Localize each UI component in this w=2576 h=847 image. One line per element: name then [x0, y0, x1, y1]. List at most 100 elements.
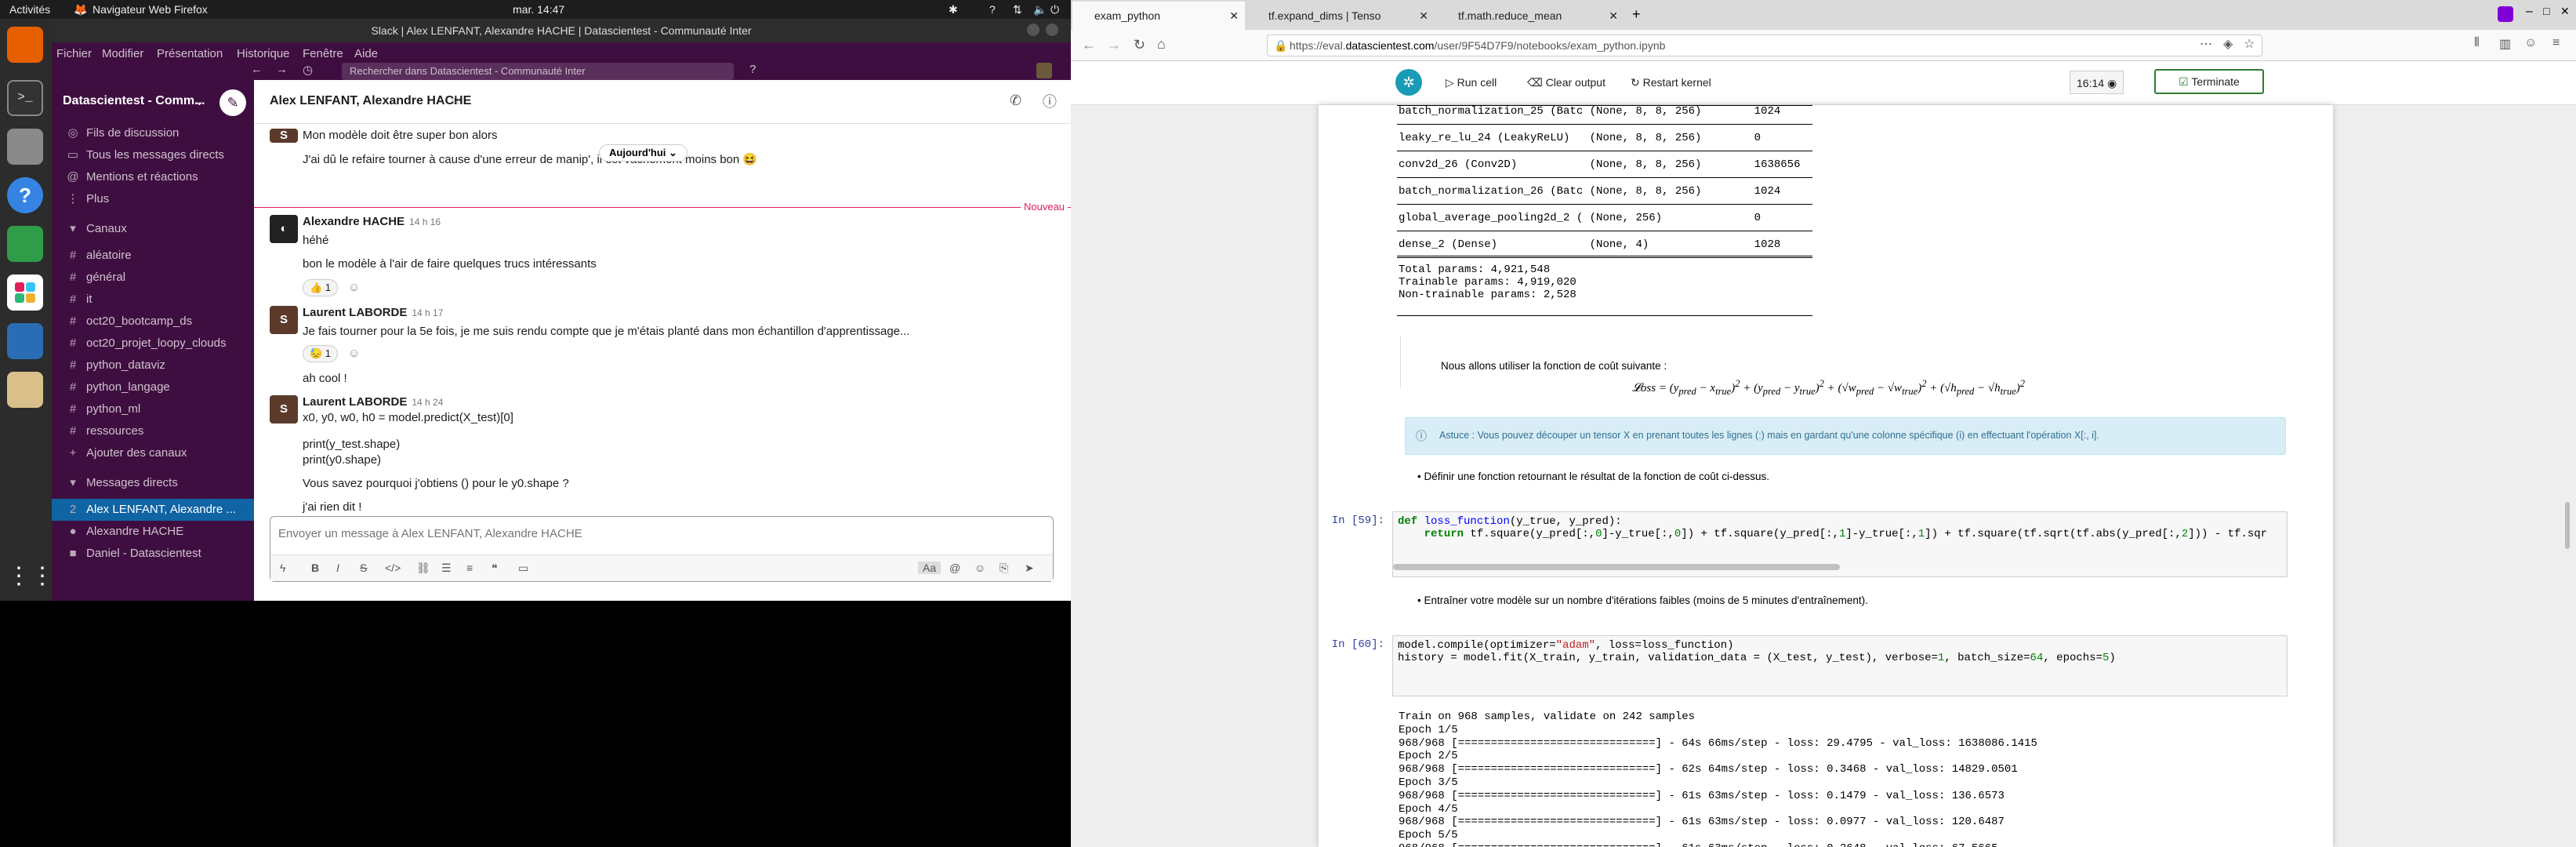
blockquote-icon[interactable]: ❝ — [492, 562, 498, 575]
terminal-icon[interactable]: >_ — [7, 80, 43, 116]
pocket-icon[interactable]: ◈ — [2223, 36, 2233, 52]
strike-icon[interactable]: S — [360, 562, 367, 574]
format-toggle[interactable]: Aa — [918, 562, 942, 574]
menu-icon[interactable]: ≡ — [2552, 36, 2560, 50]
history-icon[interactable]: ◷ — [303, 63, 313, 77]
window-close-icon[interactable]: ✕ — [2560, 5, 2570, 18]
menu-fichier[interactable]: Fichier — [56, 47, 92, 60]
maximize-button[interactable] — [1046, 24, 1058, 36]
code-cell-59[interactable]: def loss_function(y_true, y_pred): retur… — [1392, 511, 2288, 577]
tab-reduce-mean[interactable]: tf.math.reduce_mean ✕ — [1436, 2, 1624, 30]
code-cell-60[interactable]: model.compile(optimizer="adam", loss=los… — [1392, 635, 2288, 696]
files-icon[interactable] — [7, 129, 43, 165]
clock[interactable]: mar. 14:47 — [513, 3, 564, 16]
clear-output-button[interactable]: ⌫ Clear output — [1527, 71, 1605, 94]
reaction-sweat[interactable]: 😓 1 — [303, 345, 339, 362]
info-icon[interactable]: ⓘ — [1043, 91, 1057, 111]
tab-expand-dims[interactable]: tf.expand_dims | Tenso ✕ — [1246, 2, 1435, 30]
sender-name[interactable]: Alexandre HACHE — [303, 215, 405, 228]
window-maximize-icon[interactable]: □ — [2543, 5, 2549, 17]
star-icon[interactable]: ☆ — [450, 93, 461, 108]
lightning-icon[interactable]: ϟ — [280, 562, 285, 574]
sidebar-item-oct20-projet[interactable]: # oct20_projet_loopy_clouds — [52, 333, 254, 354]
sidebar-item-more[interactable]: ⋮ Plus — [52, 188, 254, 210]
sidebar-item-aleatoire[interactable]: # aléatoire — [52, 245, 254, 267]
menu-fenetre[interactable]: Fenêtre — [303, 47, 343, 60]
sidebar-item-threads[interactable]: ◎ Fils de discussion — [52, 122, 254, 144]
reaction-thumbs-up[interactable]: 👍 1 — [303, 279, 339, 296]
attach-icon[interactable]: ⎘ — [1000, 562, 1008, 575]
bookmark-star-icon[interactable]: ☆ — [2244, 36, 2255, 52]
add-channels-button[interactable]: + Ajouter des canaux — [52, 442, 254, 464]
reload-icon[interactable]: ↻ — [1134, 37, 1145, 53]
page-scrollbar[interactable] — [2565, 502, 2570, 549]
sidebar-item-ressources[interactable]: # ressources — [52, 420, 254, 442]
document-icon[interactable] — [7, 323, 43, 359]
chevron-down-icon[interactable]: ⌄ — [194, 94, 205, 108]
sidebar-item-mentions[interactable]: @ Mentions et réactions — [52, 166, 254, 188]
power-icon[interactable]: ⏻ — [1050, 3, 1059, 16]
code-icon[interactable]: </> — [385, 562, 401, 574]
help-circle-icon[interactable]: ? — [749, 63, 756, 76]
spreadsheet-icon[interactable] — [7, 226, 43, 262]
sidebar-item-dm-daniel[interactable]: ■ Daniel - Datascientest — [52, 543, 254, 565]
close-tab-icon[interactable]: ✕ — [1419, 2, 1428, 30]
add-reaction-icon[interactable]: ☺ — [348, 347, 360, 360]
link-icon[interactable]: ⛓ — [416, 562, 430, 575]
sidebar-item-all-dms[interactable]: ▭ Tous les messages directs — [52, 144, 254, 166]
menu-aide[interactable]: Aide — [354, 47, 378, 60]
slack-icon[interactable] — [7, 274, 43, 311]
add-reaction-icon[interactable]: ☺ — [348, 281, 360, 294]
close-tab-icon[interactable]: ✕ — [1609, 2, 1618, 30]
sender-name[interactable]: Laurent LABORDE — [303, 395, 407, 409]
compose-button[interactable]: ✎ — [220, 89, 246, 116]
channels-header[interactable]: ▾ Canaux — [52, 218, 254, 240]
numbered-list-icon[interactable]: ≡ — [466, 562, 473, 574]
viewer-icon[interactable] — [7, 372, 43, 408]
emoji-icon[interactable]: ☺ — [974, 562, 985, 574]
url-bar[interactable]: 🔒 https://eval.datascientest.com/user/9F5… — [1267, 35, 2262, 56]
library-icon[interactable]: ⫴ — [2474, 36, 2480, 50]
menu-modifier[interactable]: Modifier — [102, 47, 143, 60]
menu-historique[interactable]: Historique — [237, 47, 290, 60]
bullet-list-icon[interactable]: ☰ — [441, 562, 452, 575]
sidebar-item-python-langage[interactable]: # python_langage — [52, 376, 254, 398]
app-menu[interactable]: Navigateur Web Firefox — [93, 3, 208, 16]
window-minimize-icon[interactable]: – — [2526, 5, 2533, 19]
back-icon[interactable]: ← — [1082, 37, 1096, 53]
help-icon[interactable]: ? — [7, 177, 43, 213]
sender-name[interactable]: Laurent LABORDE — [303, 306, 407, 319]
forward-arrow-icon[interactable]: → — [276, 63, 288, 76]
activities-button[interactable]: Activités — [9, 3, 50, 16]
dm-header[interactable]: ▾ Messages directs — [52, 472, 254, 494]
volume-icon[interactable]: 🔈 — [1033, 3, 1047, 16]
at-icon[interactable]: @ — [949, 562, 960, 574]
new-tab-icon[interactable]: + — [1632, 6, 1641, 23]
sidebar-item-it[interactable]: # it — [52, 289, 254, 311]
tab-exam-python[interactable]: exam_python ✕ — [1072, 2, 1245, 30]
sidebar-icon[interactable]: ▥ — [2499, 36, 2511, 52]
workspace-name[interactable]: Datascientest - Comm... — [63, 94, 205, 108]
firefox-icon[interactable] — [7, 27, 43, 63]
sidebar-item-general[interactable]: # général — [52, 267, 254, 289]
user-avatar[interactable] — [1036, 63, 1052, 78]
sidebar-item-python-dataviz[interactable]: # python_dataviz — [52, 354, 254, 376]
slack-tray-icon[interactable]: ✱ — [949, 3, 958, 16]
forward-icon[interactable]: → — [1107, 37, 1121, 53]
phone-icon[interactable]: ✆ — [1010, 93, 1021, 109]
eye-icon[interactable]: ◉ — [2107, 77, 2117, 89]
terminate-button[interactable]: ☑ Terminate — [2154, 69, 2264, 94]
channel-title[interactable]: Alex LENFANT, Alexandre HACHE — [270, 94, 471, 108]
bold-icon[interactable]: B — [311, 562, 319, 574]
app-grid-icon[interactable]: ⋮⋮⋮ — [7, 558, 78, 594]
send-icon[interactable]: ➤ — [1025, 562, 1034, 575]
slack-search-input[interactable]: Rechercher dans Datascientest - Communau… — [342, 63, 734, 80]
help-tray-icon[interactable]: ? — [989, 3, 996, 16]
timestamp[interactable]: 14 h 16 — [409, 216, 441, 227]
home-icon[interactable]: ⌂ — [1157, 36, 1166, 53]
italic-icon[interactable]: I — [336, 562, 339, 574]
horizontal-scrollbar[interactable] — [1393, 564, 1840, 570]
back-arrow-icon[interactable]: ← — [251, 63, 263, 76]
minimize-button[interactable] — [1027, 24, 1039, 36]
sidebar-item-dm-group[interactable]: 2 Alex LENFANT, Alexandre ... — [52, 499, 254, 521]
